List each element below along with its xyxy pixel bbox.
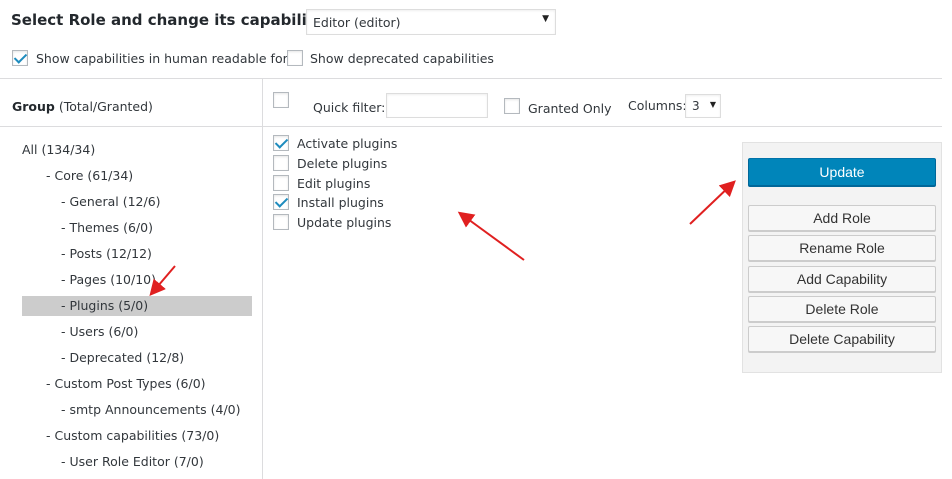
annotation-arrow-plugins: [149, 265, 176, 297]
annotation-arrow-capabilities: [457, 211, 525, 261]
annotation-overlay: [149, 180, 736, 297]
annotation-arrow-update: [689, 180, 736, 225]
